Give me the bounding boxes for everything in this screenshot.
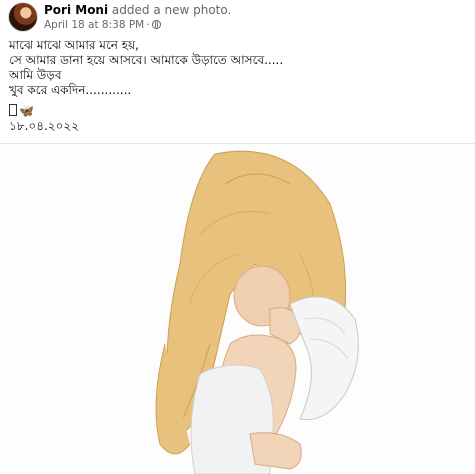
meta-separator: · (146, 19, 150, 31)
post-text-line: আমি উড়ব (9, 68, 62, 82)
author-name[interactable]: Pori Moni (44, 3, 108, 17)
post-date-text: ১৮.০৪.২০২২ (9, 119, 80, 133)
post-text-line: মাঝে মাঝে আমার মনে হয়, (9, 38, 139, 52)
author-avatar[interactable] (8, 2, 38, 32)
butterfly-icon: 🦋 (19, 104, 34, 118)
post-text: মাঝে মাঝে আমার মনে হয়, সে আমার ডানা হয়… (9, 38, 464, 98)
post-text-line: সে আমার ডানা হয়ে আসবে। আমাকে উড়াতে আসব… (9, 53, 284, 67)
post-meta: April 18 at 8:38 PM · (44, 19, 161, 31)
mother-child-illustration (0, 144, 475, 474)
post-action-text: added a new photo. (111, 3, 232, 17)
author-line: Pori Moni added a new photo. (44, 3, 231, 17)
post-timestamp[interactable]: April 18 at 8:38 PM (44, 19, 144, 31)
missing-glyph-box (9, 104, 17, 116)
post-text-line: খুব করে একদিন............ (9, 83, 132, 97)
post-header: Pori Moni added a new photo. April 18 at… (6, 2, 466, 36)
globe-icon[interactable] (151, 20, 161, 29)
emoji-row: 🦋 (9, 104, 34, 119)
post-photo[interactable] (0, 144, 475, 474)
